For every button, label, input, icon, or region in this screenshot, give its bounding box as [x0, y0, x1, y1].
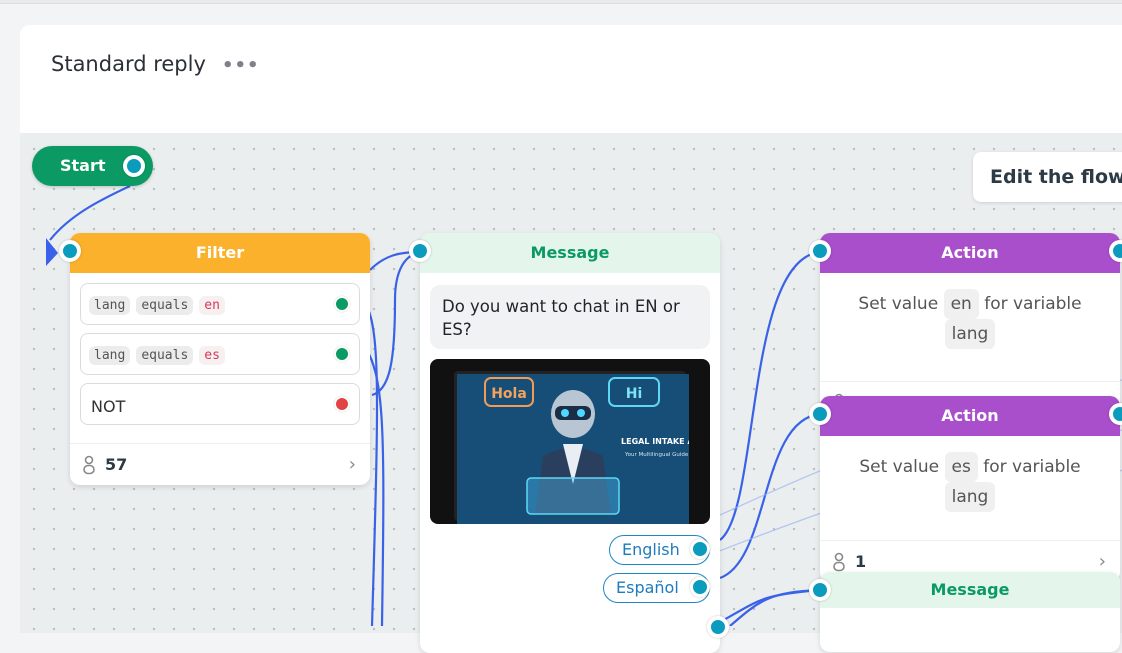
action-node-title: Action — [820, 396, 1120, 436]
reply-button-label: English — [622, 540, 680, 559]
message-node-2[interactable]: Message — [809, 572, 1120, 652]
laptop-screen-graphic: Hola Hi LEGAL INTAKE ASSISTANT – Your Mu… — [454, 371, 710, 524]
more-dots-icon[interactable]: ••• — [222, 55, 260, 76]
filter-condition[interactable]: lang equals en — [80, 283, 360, 325]
action-value-chip: en — [943, 289, 979, 319]
condition-field: lang — [89, 296, 131, 315]
action-variable-chip: lang — [944, 319, 996, 349]
message-2-input-port[interactable] — [809, 579, 831, 601]
chevron-right-icon[interactable]: › — [1099, 551, 1106, 572]
condition-not-label: NOT — [91, 397, 126, 416]
message-bubble: Do you want to chat in EN or ES? — [430, 285, 710, 349]
reply-button-espanol[interactable]: Español — [603, 573, 710, 603]
start-node[interactable]: Start — [32, 146, 153, 186]
action-prefix: Set value — [858, 294, 939, 314]
person-icon — [83, 455, 95, 475]
filter-node-footer[interactable]: 57 › — [70, 443, 370, 485]
start-label: Start — [60, 156, 106, 175]
message-input-port[interactable] — [409, 240, 431, 262]
edit-flow-button[interactable]: Edit the flow — [973, 152, 1122, 202]
message-image: Hola Hi LEGAL INTAKE ASSISTANT – Your Mu… — [430, 359, 710, 524]
top-border — [0, 0, 1122, 4]
condition-operator: equals — [136, 346, 194, 365]
filter-condition-not[interactable]: NOT — [80, 383, 360, 425]
condition-field: lang — [89, 346, 131, 365]
contact-count: 1 — [855, 552, 867, 571]
chevron-right-icon[interactable]: › — [349, 454, 356, 475]
contact-count: 57 — [105, 455, 128, 474]
filter-input-port[interactable] — [59, 240, 81, 262]
message-node-2-title: Message — [820, 572, 1120, 608]
action-input-port[interactable] — [809, 240, 831, 262]
action-middle: for variable — [983, 457, 1081, 477]
condition-value: es — [199, 346, 225, 365]
action-description: Set value es for variable lang — [820, 452, 1120, 512]
filter-node[interactable]: Filter lang equals en lang equals es NOT 57 … — [59, 233, 370, 485]
reply-button-english[interactable]: English — [609, 535, 710, 565]
message-node-title: Message — [420, 233, 720, 273]
header-panel: Standard reply ••• — [20, 25, 1122, 135]
condition-operator: equals — [136, 296, 194, 315]
action-node-title: Action — [820, 233, 1120, 273]
action-node-es[interactable]: Action Set value es for variable lang 1 … — [809, 396, 1122, 582]
hi-bubble-text: Hi — [626, 386, 643, 402]
reply-button-label: Español — [616, 578, 679, 597]
condition-success-port[interactable] — [334, 346, 350, 362]
action-value-chip: es — [944, 452, 978, 482]
image-caption: LEGAL INTAKE ASSISTANT – — [621, 437, 689, 446]
action-input-port[interactable] — [809, 403, 831, 425]
person-icon — [833, 552, 845, 572]
message-output-port[interactable] — [707, 616, 729, 638]
action-prefix: Set value — [859, 457, 940, 477]
filter-condition[interactable]: lang equals es — [80, 333, 360, 375]
filter-node-title: Filter — [70, 233, 370, 273]
hola-bubble-text: Hola — [491, 386, 527, 402]
action-middle: for variable — [984, 294, 1082, 314]
condition-success-port[interactable] — [334, 296, 350, 312]
reply-button-port[interactable] — [690, 577, 710, 597]
condition-fail-port[interactable] — [334, 396, 350, 412]
page-title: Standard reply — [51, 52, 206, 76]
start-output-port[interactable] — [123, 155, 145, 177]
image-subcaption: Your Multilingual Guide — [624, 452, 689, 458]
reply-button-port[interactable] — [690, 539, 710, 559]
robot-illustration: Hola Hi LEGAL INTAKE ASSISTANT – Your Mu… — [457, 374, 710, 524]
condition-value: en — [199, 296, 225, 315]
action-node-en[interactable]: Action Set value en for variable lang 2 … — [809, 233, 1122, 423]
action-description: Set value en for variable lang — [820, 289, 1120, 349]
message-node[interactable]: Message Do you want to chat in EN or ES?… — [409, 233, 729, 653]
action-variable-chip: lang — [944, 482, 996, 512]
